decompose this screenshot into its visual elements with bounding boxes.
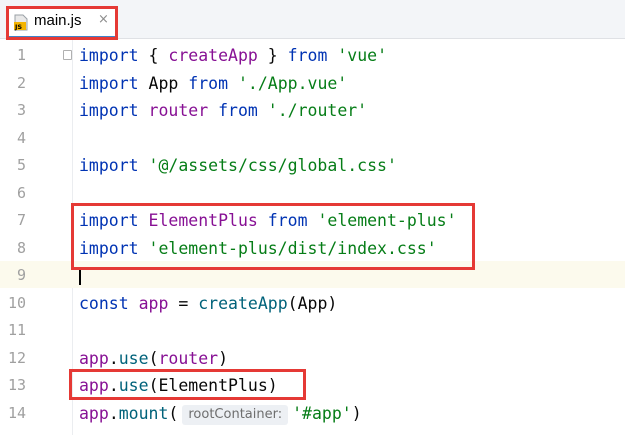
line-number: 12 [7,348,26,367]
code-token: from [188,73,229,93]
line-number: 7 [16,211,26,229]
code-line[interactable]: 3 import router from './router' [0,97,625,124]
line-number: 10 [7,293,26,312]
line-number: 9 [16,266,26,284]
code-token: mount [118,403,169,423]
code-line[interactable]: 14 app.mount(rootContainer: '#app') [0,400,625,427]
code-token: ) [351,403,362,423]
line-number: 3 [16,101,26,119]
code-token: . [108,403,119,423]
code-token: '#app' [292,403,352,423]
code-token: } [257,46,288,65]
line-number: 13 [7,376,26,394]
code-token: { [138,46,169,65]
line-number: 11 [7,321,26,339]
code-text: import { createApp } from 'vue' [79,42,387,69]
code-text: const app = createApp(App) [79,290,337,317]
code-token: ( [168,403,179,423]
code-text: app.mount(rootContainer: '#app') [79,400,362,427]
line-number: 5 [16,156,26,174]
code-token: createApp [168,46,258,65]
code-token: createApp [198,293,288,313]
code-token: const [79,293,129,313]
code-token: router [148,101,209,120]
code-token: ( [148,348,159,368]
line-number: 1 [16,46,26,64]
code-token: import [79,73,139,93]
code-token: import [79,101,139,120]
code-token: . [108,348,119,368]
code-token: import [79,156,139,175]
highlight-box-app-use [69,369,306,400]
code-token: './router' [267,101,368,120]
line-number: 8 [16,238,26,257]
code-token: app [79,348,109,368]
code-token: app [138,293,169,313]
line-number: 2 [16,73,26,92]
code-token: from [287,46,328,65]
fold-marker-icon[interactable] [63,50,72,60]
code-text: import router from './router' [79,97,367,124]
code-token: (App) [287,293,338,313]
line-number: 6 [16,183,26,202]
parameter-hint: rootContainer: [182,404,289,425]
highlight-box-imports [71,203,475,270]
code-token: use [118,348,149,368]
code-token: from [218,101,258,120]
code-token: app [79,403,109,423]
line-number: 14 [7,403,26,422]
code-text: import '@/assets/css/global.css' [79,152,397,179]
code-text: app.use(router) [79,345,228,372]
code-token: ) [218,348,229,368]
code-line[interactable]: 1 import { createApp } from 'vue' [0,42,625,69]
code-token: 'vue' [337,46,387,65]
code-token: import [79,46,139,65]
code-token: '@/assets/css/global.css' [148,156,397,175]
highlight-box-tab [6,6,118,40]
code-line[interactable]: 10 const app = createApp(App) [0,290,625,317]
code-line[interactable]: 12 app.use(router) [0,345,625,372]
line-number: 4 [16,128,26,147]
code-line[interactable]: 2 import App from './App.vue' [0,70,625,97]
code-line[interactable]: 11 [0,317,625,344]
code-token: = [168,293,199,313]
code-line[interactable]: 5 import '@/assets/css/global.css' [0,152,625,179]
code-token: './App.vue' [237,73,348,93]
code-token: router [158,348,219,368]
code-token: App [138,73,189,93]
code-line[interactable]: 4 [0,125,625,152]
code-text: import App from './App.vue' [79,70,347,97]
